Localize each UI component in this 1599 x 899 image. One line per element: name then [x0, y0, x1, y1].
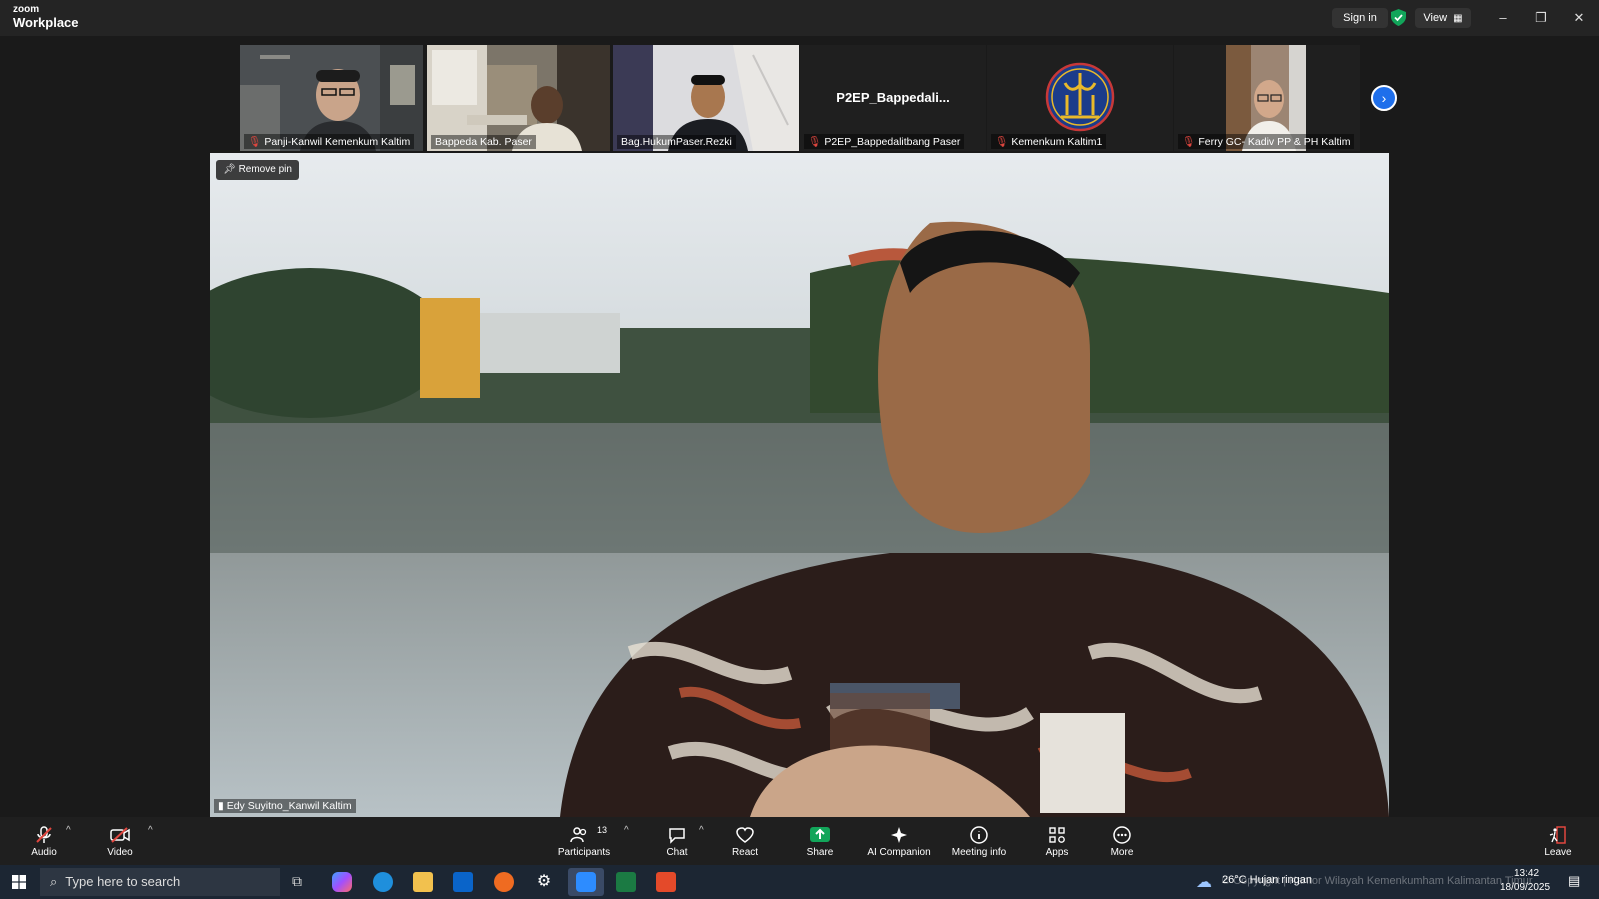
sign-in-button[interactable]: Sign in	[1332, 8, 1388, 28]
share-screen-icon	[810, 827, 830, 842]
participant-name: Bappeda Kab. Paser	[431, 135, 536, 149]
mic-muted-icon: 🎙︎	[1182, 136, 1196, 148]
more-button[interactable]: More	[1105, 817, 1139, 865]
apps-button[interactable]: Apps	[1040, 817, 1074, 865]
signal-bars-icon: ▮	[218, 800, 227, 812]
notifications-icon[interactable]: ▤	[1568, 873, 1580, 889]
office-app-icon[interactable]	[656, 872, 676, 892]
grid-icon: ▦	[1453, 13, 1463, 24]
excel-icon[interactable]	[616, 872, 636, 892]
outlook-icon[interactable]	[453, 872, 473, 892]
video-tile[interactable]: 🎙︎ Panji-Kanwil Kemenkum Kaltim	[240, 45, 423, 151]
meeting-info-button[interactable]: Meeting info	[948, 817, 1010, 865]
zoom-app-icon[interactable]	[568, 868, 604, 896]
participants-count: 13	[597, 825, 608, 835]
taskbar-search-input[interactable]: ⌕ Type here to search	[40, 868, 280, 896]
firefox-icon[interactable]	[494, 872, 514, 892]
participant-name: 🎙︎ P2EP_Bappedalitbang Paser	[804, 134, 965, 149]
mic-muted-icon: 🎙︎	[995, 136, 1009, 148]
meeting-toolbar: Audio ^ Video ^ Participants 13 ^ Chat ^…	[0, 817, 1599, 865]
app-logo: zoom Workplace	[13, 4, 79, 30]
video-tile[interactable]: 🎙︎ Kemenkum Kaltim1	[987, 45, 1173, 151]
video-options-caret[interactable]: ^	[148, 825, 153, 836]
video-tile[interactable]: Bappeda Kab. Paser	[427, 45, 610, 151]
video-tile[interactable]: P2EP_Bappedali... 🎙︎ P2EP_Bappedalitbang …	[800, 45, 986, 151]
close-icon[interactable]: ✕	[1568, 8, 1590, 28]
video-tile[interactable]: 🎙︎ Ferry GC- Kadiv PP & PH Kaltim	[1174, 45, 1360, 151]
video-button[interactable]: Video	[100, 817, 140, 865]
mic-muted-icon: 🎙︎	[808, 136, 822, 148]
avatar-name: P2EP_Bappedali...	[836, 90, 950, 105]
participants-options-caret[interactable]: ^	[624, 825, 629, 836]
shield-check-icon[interactable]	[1391, 9, 1406, 26]
copilot-icon[interactable]	[332, 872, 352, 892]
leave-door-icon	[1549, 826, 1566, 844]
react-button[interactable]: React	[728, 817, 762, 865]
chat-options-caret[interactable]: ^	[699, 825, 704, 836]
task-view-icon[interactable]: ⧉	[292, 873, 302, 890]
chevron-right-icon: ›	[1381, 90, 1387, 106]
mic-muted-icon: 🎙︎	[248, 136, 262, 148]
video-tile[interactable]: Bag.HukumPaser.Rezki	[613, 45, 799, 151]
share-button[interactable]: Share	[802, 817, 838, 865]
audio-button[interactable]: Audio	[24, 817, 64, 865]
leave-button[interactable]: Leave	[1540, 817, 1576, 865]
audio-options-caret[interactable]: ^	[66, 825, 71, 836]
clock-date[interactable]: 18/09/2025	[1500, 882, 1550, 893]
sparkle-icon	[891, 827, 907, 843]
weather-icon[interactable]: ☁	[1196, 872, 1212, 892]
info-icon	[970, 826, 988, 844]
more-dots-icon	[1113, 826, 1131, 844]
settings-gear-icon[interactable]: ⚙	[534, 872, 554, 892]
apps-grid-icon	[1049, 827, 1065, 843]
participant-name: Bag.HukumPaser.Rezki	[617, 135, 736, 149]
participant-name: 🎙︎ Panji-Kanwil Kemenkum Kaltim	[244, 134, 415, 149]
edge-browser-icon[interactable]	[373, 872, 393, 892]
chat-button[interactable]: Chat	[660, 817, 694, 865]
participant-name: 🎙︎ Kemenkum Kaltim1	[991, 134, 1107, 149]
remove-pin-button[interactable]: 📌︎ Remove pin	[216, 160, 299, 180]
gallery-next-button[interactable]: ›	[1371, 85, 1397, 111]
heart-icon	[736, 827, 754, 843]
clock-time[interactable]: 13:42	[1514, 868, 1539, 879]
title-bar: zoom Workplace Sign in View ▦ – ❐ ✕	[0, 0, 1599, 36]
windows-taskbar: ⌕ Type here to search ⧉ ⚙ ☁ 26°C Hujan ri…	[0, 865, 1599, 899]
video-off-icon	[110, 827, 130, 843]
pin-icon: 📌︎	[223, 164, 239, 175]
minimize-icon[interactable]: –	[1492, 8, 1514, 28]
view-button[interactable]: View ▦	[1415, 8, 1471, 28]
restore-icon[interactable]: ❐	[1530, 8, 1552, 28]
file-explorer-icon[interactable]	[413, 872, 433, 892]
search-icon: ⌕	[50, 874, 58, 889]
main-speaker-video[interactable]	[210, 153, 1389, 817]
ai-companion-button[interactable]: AI Companion	[864, 817, 934, 865]
participant-name: 🎙︎ Ferry GC- Kadiv PP & PH Kaltim	[1178, 134, 1355, 149]
chat-icon	[669, 828, 685, 844]
mic-muted-icon	[36, 826, 52, 843]
speaker-video-feed	[210, 153, 1389, 817]
windows-start-icon[interactable]	[12, 875, 26, 889]
participants-icon	[570, 827, 587, 843]
speaker-name: ▮ Edy Suyitno_Kanwil Kaltim	[214, 799, 356, 813]
